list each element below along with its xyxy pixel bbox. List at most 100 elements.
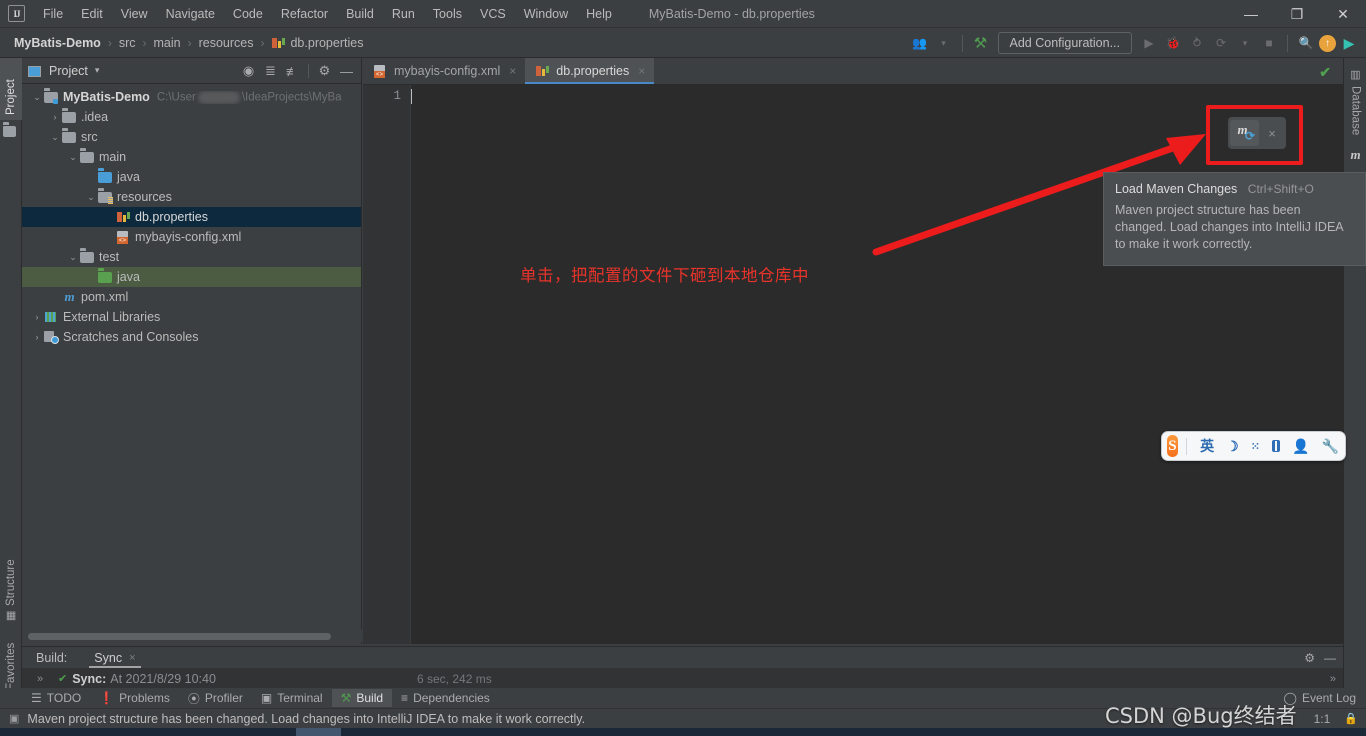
panel-divider [308, 64, 309, 78]
tree-row-external-libraries[interactable]: › External Libraries [22, 307, 361, 327]
tree-row-resources[interactable]: ⌄ resources [22, 187, 361, 207]
update-available-icon[interactable]: ↑ [1319, 34, 1336, 52]
menu-window[interactable]: Window [515, 4, 577, 24]
run-icon[interactable]: ▶ [1138, 32, 1160, 54]
profile-icon[interactable]: ⟳ [1210, 32, 1232, 54]
maximize-button[interactable]: ❐ [1274, 0, 1320, 28]
debug-icon[interactable]: 🐞 [1162, 32, 1184, 54]
tools-wrench-icon[interactable]: 🔧 [1322, 438, 1339, 455]
tool-button-profiler[interactable]: ⦿ Profiler [179, 689, 252, 707]
tool-button-problems[interactable]: ❗ Problems [90, 689, 179, 707]
tree-row-src[interactable]: ⌄ src [22, 127, 361, 147]
tool-button-database[interactable]: ▥ Database [1344, 62, 1366, 141]
chevron-down-icon[interactable]: ⌄ [66, 152, 80, 163]
menu-edit[interactable]: Edit [72, 4, 112, 24]
tool-button-build[interactable]: ⚒ Build [331, 689, 393, 707]
close-tab-icon[interactable]: × [638, 64, 645, 78]
build-hammer-icon[interactable]: ⚒ [970, 32, 992, 54]
windows-taskbar [0, 728, 1366, 736]
chevron-down-icon[interactable]: ⌄ [84, 192, 98, 203]
moon-icon[interactable]: ☽ [1226, 438, 1239, 455]
chevron-down-icon[interactable]: ⌄ [48, 132, 62, 143]
search-everywhere-icon[interactable]: 🔍 [1295, 32, 1317, 54]
project-panel-header: Project ▾ ◉ ≣ ≢ ⚙ — [22, 58, 361, 84]
inspection-status-icon[interactable]: ✔ [1319, 64, 1331, 81]
vcs-dropdown-icon[interactable]: ▾ [933, 32, 955, 54]
project-folder-icon[interactable] [0, 120, 22, 142]
tree-row-pom[interactable]: . m pom.xml [22, 287, 361, 307]
menu-help[interactable]: Help [577, 4, 621, 24]
tree-row-main[interactable]: ⌄ main [22, 147, 361, 167]
user-icon[interactable]: 👤 [1292, 438, 1309, 455]
ime-mode-button[interactable]: 英 [1200, 436, 1214, 456]
tree-label-external-libraries: External Libraries [63, 310, 161, 324]
dots-icon[interactable]: ⁙ [1251, 440, 1260, 453]
menu-refactor[interactable]: Refactor [272, 4, 337, 24]
menu-tools[interactable]: Tools [424, 4, 471, 24]
menu-code[interactable]: Code [224, 4, 272, 24]
breadcrumb-item-src[interactable]: src [115, 35, 140, 51]
editor-gutter[interactable]: 1 [363, 85, 411, 644]
tree-row-test[interactable]: ⌄ test [22, 247, 361, 267]
caret-position[interactable]: 1:1 [1314, 712, 1331, 726]
tree-row-db-properties[interactable]: . db.properties [22, 207, 361, 227]
chevron-down-icon[interactable]: ⌄ [66, 252, 80, 263]
tree-row-test-java[interactable]: . java [22, 267, 361, 287]
expand-chevron-icon[interactable]: » [22, 673, 58, 685]
hide-panel-icon[interactable]: — [1324, 651, 1336, 665]
gear-icon[interactable]: ⚙ [1304, 651, 1315, 665]
vcs-users-icon[interactable]: 👥 [909, 32, 931, 54]
expand-all-icon[interactable]: ≣ [260, 61, 281, 82]
breadcrumb-item-project[interactable]: MyBatis-Demo [10, 35, 105, 51]
locate-icon[interactable]: ◉ [238, 61, 259, 82]
keyboard-icon[interactable] [1271, 440, 1281, 452]
close-icon[interactable]: × [129, 652, 135, 664]
editor-tab-mybatis-config[interactable]: mybayis-config.xml × [363, 58, 525, 84]
breadcrumb-item-resources[interactable]: resources [195, 35, 258, 51]
close-tab-icon[interactable]: × [509, 64, 516, 78]
tool-button-project[interactable]: Project [0, 58, 22, 120]
tree-row-idea[interactable]: › .idea [22, 107, 361, 127]
chevron-right-icon[interactable]: › [30, 312, 44, 322]
menu-navigate[interactable]: Navigate [157, 4, 224, 24]
tree-row-scratches[interactable]: › Scratches and Consoles [22, 327, 361, 347]
tool-button-maven[interactable]: m [1344, 141, 1366, 169]
menu-file[interactable]: File [34, 4, 72, 24]
menu-run[interactable]: Run [383, 4, 424, 24]
tree-row-module[interactable]: ⌄ MyBatis-Demo C:\User \IdeaProjects\MyBa [22, 87, 361, 107]
breadcrumb-item-main[interactable]: main [150, 35, 185, 51]
gear-icon[interactable]: ⚙ [314, 61, 335, 82]
tree-row-mybatis-config[interactable]: . mybayis-config.xml [22, 227, 361, 247]
stop-icon[interactable]: ■ [1258, 32, 1280, 54]
chevron-down-icon[interactable]: ⌄ [30, 92, 44, 103]
scrollbar-thumb[interactable] [28, 633, 331, 640]
build-tab-sync[interactable]: Sync × [89, 647, 141, 668]
tree-row-main-java[interactable]: . java [22, 167, 361, 187]
tool-button-structure[interactable]: ▦ Structure [0, 548, 22, 628]
tool-button-terminal[interactable]: ▣ Terminal [252, 689, 332, 707]
taskbar-active-item[interactable] [296, 728, 341, 736]
menu-build[interactable]: Build [337, 4, 383, 24]
lock-icon[interactable]: 🔒 [1344, 712, 1358, 725]
menu-view[interactable]: View [112, 4, 157, 24]
project-horizontal-scrollbar[interactable] [22, 630, 362, 642]
breadcrumb-item-file[interactable]: db.properties [267, 35, 367, 51]
editor-tab-db-properties[interactable]: db.properties × [525, 58, 655, 84]
menu-vcs[interactable]: VCS [471, 4, 515, 24]
sogou-logo-icon[interactable]: S [1167, 435, 1178, 457]
add-configuration-button[interactable]: Add Configuration... [997, 32, 1132, 54]
minimize-button[interactable]: — [1228, 0, 1274, 28]
close-button[interactable]: ✕ [1320, 0, 1366, 28]
idea-product-icon[interactable]: ▶ [1338, 32, 1360, 54]
tool-button-dependencies[interactable]: ≡ Dependencies [392, 689, 499, 707]
hide-panel-icon[interactable]: — [336, 61, 357, 82]
build-right-chevron-icon[interactable]: » [1330, 673, 1336, 685]
chevron-right-icon[interactable]: › [48, 112, 62, 122]
run-dropdown-icon[interactable]: ▾ [1234, 32, 1256, 54]
coverage-icon[interactable]: ⥁ [1186, 32, 1208, 54]
chevron-down-icon[interactable]: ▾ [95, 65, 100, 76]
tool-button-todo[interactable]: ☰ TODO [22, 689, 90, 707]
favorites-label: Favorites [5, 642, 17, 690]
chevron-right-icon[interactable]: › [30, 332, 44, 342]
collapse-all-icon[interactable]: ≢ [282, 61, 303, 82]
